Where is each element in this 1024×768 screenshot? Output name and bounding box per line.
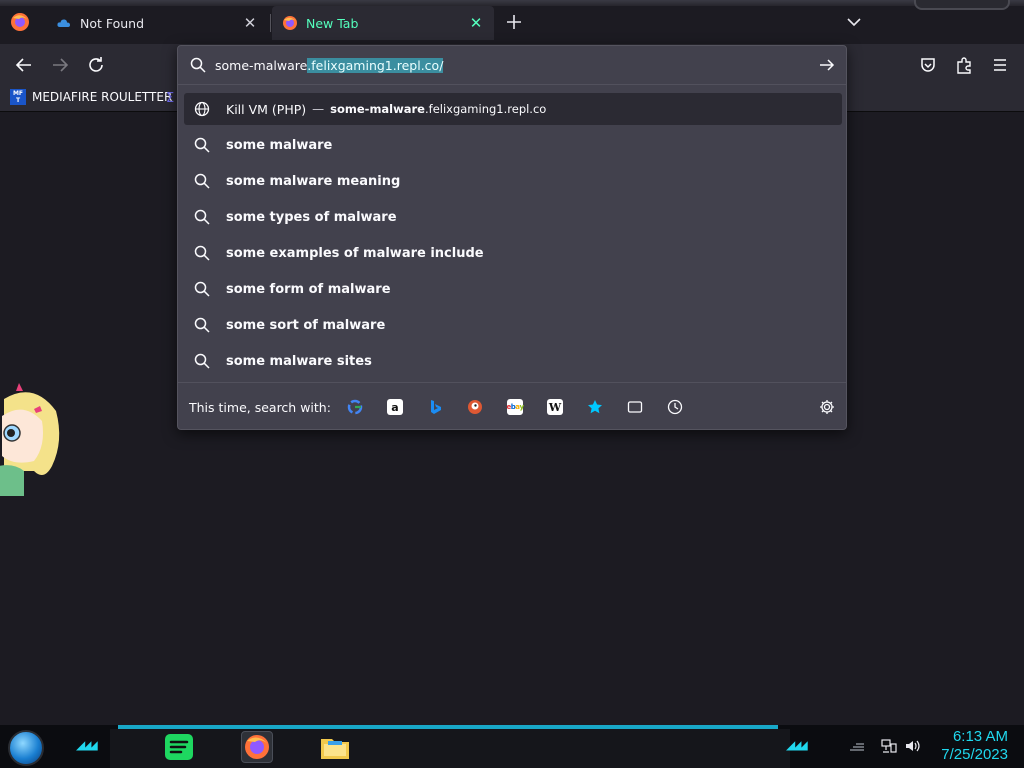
decoration-arrows-icon: ◢◢◢: [786, 738, 808, 752]
taskbar-center-panel: [110, 729, 790, 768]
puzzle-icon: [957, 57, 971, 74]
pocket-button[interactable]: [917, 54, 939, 76]
hamburger-icon: [994, 59, 1006, 71]
arrow-left-icon: [15, 58, 31, 72]
result-url-rest: .felixgaming1.repl.co: [424, 102, 547, 116]
search-icon: [194, 173, 210, 189]
url-autofill-selection: .felixgaming1.repl.co/: [307, 58, 444, 73]
result-url: some-malware.felixgaming1.repl.co: [330, 102, 546, 116]
arrow-right-icon: [53, 58, 69, 72]
firefox-taskbar-icon[interactable]: [241, 731, 273, 763]
bookmark-partial-icon[interactable]: Σ: [166, 92, 176, 106]
one-off-label: This time, search with:: [189, 400, 331, 415]
system-clock[interactable]: 6:13 AM 7/25/2023: [941, 728, 1008, 764]
tab-title: New Tab: [306, 15, 359, 31]
suggestion-row[interactable]: some malware: [184, 129, 842, 161]
start-button[interactable]: [8, 730, 44, 766]
cloud-icon: [56, 15, 72, 31]
suggestion-row[interactable]: some malware sites: [184, 345, 842, 377]
url-text[interactable]: some-malware.felixgaming1.repl.co/: [215, 57, 444, 74]
globe-icon: [194, 101, 210, 117]
tab-title: Not Found: [80, 15, 145, 31]
suggestion-row[interactable]: some form of malware: [184, 273, 842, 305]
extensions-button[interactable]: [953, 54, 975, 76]
url-input[interactable]: some-malware.felixgaming1.repl.co/: [178, 46, 846, 84]
suggestion-row[interactable]: some examples of malware include: [184, 237, 842, 269]
app-menu-button[interactable]: [989, 54, 1011, 76]
history-icon[interactable]: [667, 399, 683, 415]
mediafire-icon: MF T: [10, 89, 26, 105]
suggestion-row[interactable]: some malware meaning: [184, 165, 842, 197]
close-icon[interactable]: ✕: [242, 14, 258, 32]
result-separator: —: [312, 102, 325, 116]
cartoon-character-image: [0, 371, 64, 496]
duckduckgo-icon[interactable]: [467, 399, 483, 415]
gear-icon[interactable]: [819, 399, 835, 415]
search-icon: [194, 245, 210, 261]
bookmark-label: MEDIAFIRE ROULETTER: [32, 90, 173, 104]
window-top-right-decoration: [914, 0, 1010, 10]
suggestion-text: some examples of malware include: [226, 245, 484, 261]
suggestion-row[interactable]: some types of malware: [184, 201, 842, 233]
suggestion-text: some sort of malware: [226, 317, 386, 333]
suggestion-text: some malware: [226, 137, 333, 153]
bookmark-mediafire-rouletter[interactable]: MF T MEDIAFIRE ROULETTER: [10, 89, 172, 105]
search-icon: [194, 137, 210, 153]
clock-time: 6:13 AM: [952, 728, 1008, 745]
clock-date: 7/25/2023: [941, 746, 1008, 763]
result-url-bold: some-malware: [330, 102, 425, 116]
file-explorer-icon[interactable]: [319, 731, 351, 763]
taskbar-glow-strip: [118, 725, 778, 729]
divider: [178, 84, 846, 85]
suggestion-text: some form of malware: [226, 281, 391, 297]
result-kill-vm[interactable]: Kill VM (PHP) — some-malware.felixgaming…: [184, 93, 842, 125]
reload-button[interactable]: [85, 54, 107, 76]
go-arrow-icon[interactable]: [818, 56, 836, 74]
tab-separator: [270, 14, 271, 32]
search-icon: [194, 209, 210, 225]
google-icon[interactable]: [347, 399, 363, 415]
suggestion-text: some malware meaning: [226, 173, 401, 189]
taskbar: ◢◢◢ ◢◢◢ 6:13 AM 7/25/2023: [0, 725, 1024, 768]
tabs-icon[interactable]: [627, 399, 643, 415]
wikipedia-icon[interactable]: W: [547, 399, 563, 415]
reload-icon: [89, 57, 103, 72]
pocket-icon: [921, 58, 935, 72]
bookmarks-star-icon[interactable]: [587, 399, 603, 415]
tab-new-tab[interactable]: New Tab ✕: [272, 6, 494, 40]
search-icon: [194, 317, 210, 333]
tab-not-found[interactable]: Not Found ✕: [46, 6, 268, 40]
show-hidden-icons-icon[interactable]: [848, 738, 866, 754]
amazon-icon[interactable]: a: [387, 399, 403, 415]
suggestion-text: some types of malware: [226, 209, 397, 225]
bing-icon[interactable]: [427, 399, 443, 415]
search-icon: [194, 281, 210, 297]
search-icon: [190, 57, 206, 73]
firefox-icon: [282, 15, 298, 31]
chevron-down-icon[interactable]: [844, 12, 864, 32]
new-tab-button[interactable]: [504, 12, 524, 32]
firefox-icon[interactable]: [10, 12, 30, 32]
urlbar-dropdown: some-malware.felixgaming1.repl.co/ Kill …: [177, 45, 847, 430]
close-icon[interactable]: ✕: [468, 14, 484, 32]
divider: [178, 382, 846, 383]
suggestion-text: some malware sites: [226, 353, 372, 369]
suggestion-row[interactable]: some sort of malware: [184, 309, 842, 341]
one-off-search-bar: This time, search with: a ebay W: [178, 390, 846, 424]
volume-icon[interactable]: [904, 738, 922, 754]
back-button[interactable]: [13, 54, 35, 76]
result-title: Kill VM (PHP): [226, 101, 307, 117]
tab-strip: Not Found ✕ New Tab ✕: [0, 0, 1024, 44]
url-typed-text: some-malware: [215, 58, 308, 73]
search-icon: [194, 353, 210, 369]
ebay-icon[interactable]: ebay: [506, 399, 524, 415]
network-icon[interactable]: [880, 738, 898, 754]
forward-button[interactable]: [49, 54, 71, 76]
decoration-arrows-icon: ◢◢◢: [76, 738, 98, 752]
spotify-icon[interactable]: [163, 731, 195, 763]
